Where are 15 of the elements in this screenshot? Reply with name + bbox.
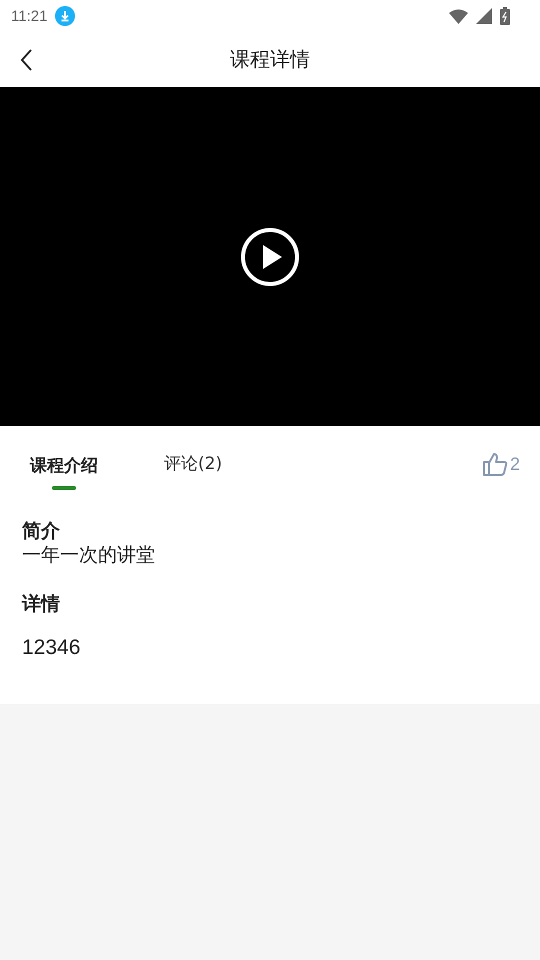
wifi-icon	[449, 8, 468, 24]
download-icon	[55, 6, 76, 26]
details-text: 12346	[22, 635, 82, 662]
tab[interactable]: 评论(2)	[156, 426, 230, 490]
play-button[interactable]	[240, 226, 300, 286]
thumbs-up-icon	[482, 452, 508, 476]
section-heading: 简介	[22, 520, 61, 543]
tab[interactable]: 课程介绍	[22, 426, 106, 490]
play-icon	[240, 226, 300, 286]
page-title: 课程详情	[230, 46, 310, 73]
battery-icon	[500, 7, 510, 25]
status-time: 11:21	[11, 8, 48, 24]
signal-icon	[476, 8, 492, 24]
intro-text: 一年一次的讲堂	[22, 542, 156, 568]
section-heading: 详情	[22, 593, 61, 616]
